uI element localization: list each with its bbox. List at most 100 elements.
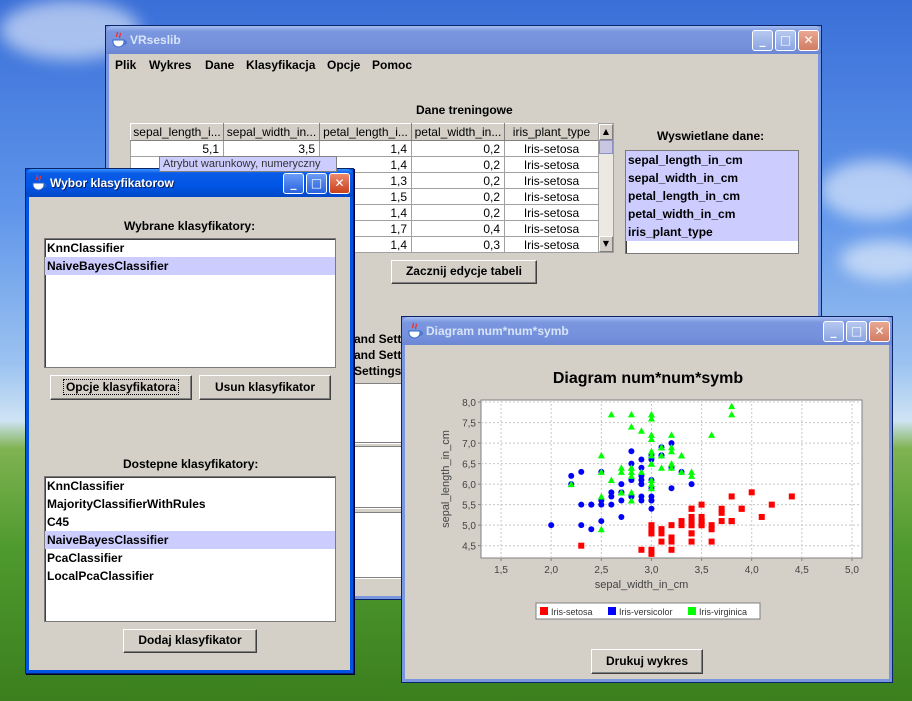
table-scrollbar[interactable]: ▲ ▼: [598, 123, 614, 253]
column-header[interactable]: iris_plant_type: [504, 123, 599, 141]
data-point-setosa: [738, 505, 745, 512]
chart-window: Diagram num*num*symb _ □ ✕ Diagram num*n…: [401, 316, 893, 683]
list-item[interactable]: MajorityClassifierWithRules: [45, 495, 335, 513]
list-item[interactable]: PcaClassifier: [45, 549, 335, 567]
selected-classifiers-title: Wybrane klasyfikatory:: [124, 219, 256, 233]
data-point-setosa: [668, 546, 675, 553]
data-point-versicolor: [618, 481, 625, 488]
legend-swatch: [608, 607, 616, 615]
table-cell[interactable]: Iris-setosa: [504, 188, 599, 205]
y-tick-label: 6,5: [462, 460, 476, 471]
data-point-setosa: [728, 493, 735, 500]
table-cell[interactable]: Iris-setosa: [504, 156, 599, 173]
menu-klasyfikacja[interactable]: Klasyfikacja: [246, 58, 315, 72]
table-cell[interactable]: 0,2: [411, 172, 505, 189]
classifier-window: Wybor klasyfikatorow _ □ ✕ Wybrane klasy…: [25, 168, 354, 674]
table-cell[interactable]: 0,2: [411, 188, 505, 205]
legend-label: Iris-setosa: [551, 607, 593, 617]
y-tick-label: 4,5: [462, 542, 476, 553]
table-cell[interactable]: 0,2: [411, 140, 505, 157]
close-button[interactable]: ✕: [869, 321, 890, 342]
list-item[interactable]: petal_width_in_cm: [626, 205, 798, 223]
list-item[interactable]: iris_plant_type: [626, 223, 798, 241]
legend-swatch: [688, 607, 696, 615]
data-point-versicolor: [638, 493, 645, 500]
table-cell[interactable]: Iris-setosa: [504, 220, 599, 237]
close-button[interactable]: ✕: [798, 30, 819, 51]
maximize-button[interactable]: □: [306, 173, 327, 194]
table-row[interactable]: 5,1 3,5 1,4 0,2 Iris-setosa: [130, 140, 599, 157]
table-cell[interactable]: 0,3: [411, 236, 505, 253]
table-cell[interactable]: 0,4: [411, 220, 505, 237]
data-point-setosa: [758, 513, 765, 520]
table-cell[interactable]: Iris-setosa: [504, 172, 599, 189]
maximize-button[interactable]: □: [775, 30, 796, 51]
list-item[interactable]: sepal_length_in_cm: [626, 151, 798, 169]
y-tick-label: 5,0: [462, 521, 476, 532]
table-cell[interactable]: 3,5: [223, 140, 320, 157]
data-point-versicolor: [688, 481, 695, 488]
start-edit-table-button[interactable]: Zacznij edycje tabeli: [391, 260, 537, 284]
data-point-versicolor: [568, 472, 575, 479]
menu-opcje[interactable]: Opcje: [327, 58, 360, 72]
remove-classifier-button[interactable]: Usun klasyfikator: [199, 375, 331, 400]
classifier-window-titlebar[interactable]: Wybor klasyfikatorow _ □ ✕: [26, 169, 353, 197]
data-point-setosa: [688, 518, 695, 525]
list-item[interactable]: NaiveBayesClassifier: [45, 257, 335, 275]
data-point-setosa: [648, 522, 655, 529]
menu-pomoc[interactable]: Pomoc: [372, 58, 412, 72]
list-item[interactable]: KnnClassifier: [45, 239, 335, 257]
data-point-setosa: [658, 538, 665, 545]
settings-panel: [354, 512, 406, 578]
table-cell[interactable]: 0,2: [411, 156, 505, 173]
available-classifiers-title: Dostepne klasyfikatory:: [123, 457, 259, 471]
close-button[interactable]: ✕: [329, 173, 350, 194]
list-item[interactable]: LocalPcaClassifier: [45, 567, 335, 585]
column-header[interactable]: petal_length_i...: [319, 123, 412, 141]
data-point-versicolor: [578, 468, 585, 475]
java-icon: [32, 174, 47, 191]
menu-plik[interactable]: Plik: [115, 58, 136, 72]
list-item[interactable]: sepal_width_in_cm: [626, 169, 798, 187]
table-cell[interactable]: 5,1: [130, 140, 224, 157]
data-point-setosa: [638, 546, 645, 553]
table-cell[interactable]: Iris-setosa: [504, 204, 599, 221]
selected-classifiers-list[interactable]: KnnClassifier NaiveBayesClassifier: [44, 238, 336, 368]
column-header[interactable]: petal_width_in...: [411, 123, 505, 141]
x-tick-label: 3,5: [695, 565, 709, 576]
scroll-thumb[interactable]: [599, 140, 613, 154]
x-tick-label: 4,5: [795, 565, 809, 576]
list-item[interactable]: C45: [45, 513, 335, 531]
list-item[interactable]: NaiveBayesClassifier: [45, 531, 335, 549]
classifier-options-label: Opcje klasyfikatora: [62, 379, 180, 395]
main-window-titlebar[interactable]: VRseslib _ □ ✕: [106, 26, 821, 54]
table-cell[interactable]: Iris-setosa: [504, 140, 599, 157]
minimize-button[interactable]: _: [752, 30, 773, 51]
minimize-button[interactable]: _: [283, 173, 304, 194]
scroll-up-arrow[interactable]: ▲: [599, 124, 613, 140]
list-item[interactable]: KnnClassifier: [45, 477, 335, 495]
data-point-versicolor: [648, 505, 655, 512]
column-header[interactable]: sepal_width_in...: [223, 123, 320, 141]
column-header[interactable]: sepal_length_i...: [130, 123, 224, 141]
table-cell[interactable]: Iris-setosa: [504, 236, 599, 253]
displayed-data-list[interactable]: sepal_length_in_cm sepal_width_in_cm petal…: [625, 150, 799, 254]
minimize-button[interactable]: _: [823, 321, 844, 342]
list-item[interactable]: petal_length_in_cm: [626, 187, 798, 205]
table-cell[interactable]: 1,4: [319, 140, 412, 157]
menu-dane[interactable]: Dane: [205, 58, 234, 72]
classifier-options-button[interactable]: Opcje klasyfikatora: [50, 375, 192, 400]
maximize-button[interactable]: □: [846, 321, 867, 342]
print-chart-button[interactable]: Drukuj wykres: [591, 649, 703, 674]
data-point-versicolor: [588, 526, 595, 533]
settings-label: and Setti: [354, 332, 405, 346]
data-point-versicolor: [578, 501, 585, 508]
scroll-down-arrow[interactable]: ▼: [599, 236, 613, 252]
available-classifiers-list[interactable]: KnnClassifier MajorityClassifierWithRules…: [44, 476, 336, 622]
add-classifier-button[interactable]: Dodaj klasyfikator: [123, 629, 257, 653]
table-cell[interactable]: 0,2: [411, 204, 505, 221]
chart-window-titlebar[interactable]: Diagram num*num*symb _ □ ✕: [402, 317, 892, 345]
data-point-setosa: [688, 505, 695, 512]
menu-wykres[interactable]: Wykres: [149, 58, 191, 72]
data-point-versicolor: [598, 501, 605, 508]
